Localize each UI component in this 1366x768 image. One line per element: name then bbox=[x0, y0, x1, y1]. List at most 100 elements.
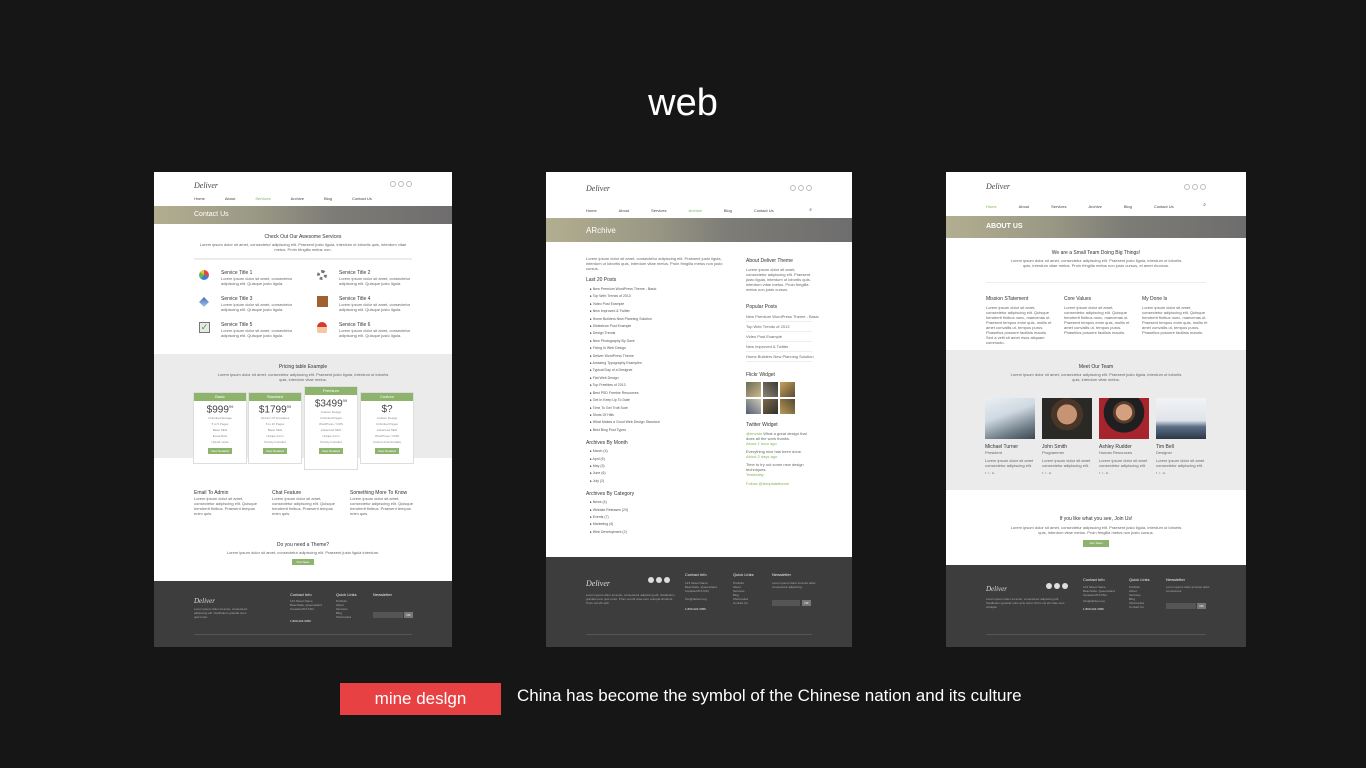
nav-services[interactable]: Services bbox=[1051, 204, 1066, 209]
tweet-time[interactable]: About 1 hour ago bbox=[746, 441, 812, 446]
rss-icon[interactable] bbox=[1062, 583, 1068, 589]
post-link[interactable]: Deliver WordPress Theme bbox=[590, 353, 728, 360]
search-icon[interactable]: ⌕ bbox=[809, 207, 812, 213]
twitter-icon[interactable] bbox=[1054, 583, 1060, 589]
rss-icon[interactable] bbox=[1200, 184, 1206, 190]
search-icon[interactable]: ⌕ bbox=[1203, 202, 1206, 208]
join-team-button[interactable]: Join Team bbox=[1083, 540, 1109, 547]
month-link[interactable]: April (5) bbox=[590, 456, 728, 463]
post-link[interactable]: Design Trends bbox=[590, 330, 728, 337]
post-link[interactable]: Top Freebies of 2013 bbox=[590, 382, 728, 389]
nav-contact[interactable]: Contact Us bbox=[754, 208, 774, 213]
newsletter-input[interactable] bbox=[373, 612, 403, 618]
nav-blog[interactable]: Blog bbox=[724, 208, 732, 213]
member-social[interactable]: f · t · in bbox=[1156, 471, 1206, 475]
facebook-icon[interactable] bbox=[790, 185, 796, 191]
post-link[interactable]: Best PSD Freebie Resources bbox=[590, 390, 728, 397]
newsletter-ok-button[interactable]: OK bbox=[802, 600, 811, 606]
flickr-thumb[interactable] bbox=[780, 399, 795, 414]
tweet-time[interactable]: About 2 days ago bbox=[746, 454, 812, 459]
footer-email[interactable]: info@deliver.org bbox=[685, 597, 707, 601]
nav-about[interactable]: About bbox=[619, 208, 629, 213]
nav-contact[interactable]: Contact Us bbox=[352, 196, 372, 201]
post-link[interactable]: New Premium WordPress Theme - Basic bbox=[590, 286, 728, 293]
nav-archive[interactable]: Archive bbox=[688, 208, 701, 213]
newsletter-ok-button[interactable]: OK bbox=[404, 612, 413, 618]
post-link[interactable]: Best Blog Post Types bbox=[590, 427, 728, 434]
twitter-icon[interactable] bbox=[656, 577, 662, 583]
nav-home[interactable]: Home bbox=[194, 196, 205, 201]
post-link[interactable]: Get In Keep Up To Date bbox=[590, 397, 728, 404]
category-link[interactable]: Website Releases (23) bbox=[590, 507, 728, 514]
popular-link[interactable]: Video Post Example bbox=[746, 332, 812, 342]
category-link[interactable]: Marketing (4) bbox=[590, 521, 728, 528]
post-link[interactable]: Shots Of Hills bbox=[590, 412, 728, 419]
plan-button[interactable]: View Detailed bbox=[375, 448, 399, 454]
nav-blog[interactable]: Blog bbox=[1124, 204, 1132, 209]
plan-button[interactable]: View Detailed bbox=[208, 448, 232, 455]
flickr-thumb[interactable] bbox=[746, 382, 761, 397]
facebook-icon[interactable] bbox=[1184, 184, 1190, 190]
rss-icon[interactable] bbox=[406, 181, 412, 187]
member-social[interactable]: f · t · in bbox=[1042, 471, 1092, 475]
rss-icon[interactable] bbox=[806, 185, 812, 191]
post-link[interactable]: Slideshow Post Example bbox=[590, 323, 728, 330]
flickr-thumb[interactable] bbox=[746, 399, 761, 414]
member-social[interactable]: f · t · in bbox=[985, 471, 1035, 475]
month-link[interactable]: June (6) bbox=[590, 470, 728, 477]
post-link[interactable]: New Photography By Dave bbox=[590, 338, 728, 345]
category-link[interactable]: Events (7) bbox=[590, 514, 728, 521]
purchase-button[interactable]: Purchase bbox=[292, 559, 314, 565]
nav-archive[interactable]: Archive bbox=[291, 196, 304, 201]
plan-button[interactable]: View Detailed bbox=[263, 448, 287, 455]
post-link[interactable]: Video Post Example bbox=[590, 301, 728, 308]
post-link[interactable]: New Improved & Twitter bbox=[590, 308, 728, 315]
post-link[interactable]: Flat Web Design bbox=[590, 375, 728, 382]
flickr-thumb[interactable] bbox=[780, 382, 795, 397]
post-link[interactable]: Fixing In Web Design bbox=[590, 345, 728, 352]
nav-services[interactable]: Services bbox=[255, 196, 270, 201]
popular-link[interactable]: New Premium WordPress Theme - Basic bbox=[746, 312, 819, 322]
category-link[interactable]: Web Development (2) bbox=[590, 529, 728, 536]
month-link[interactable]: May (3) bbox=[590, 463, 728, 470]
flickr-thumb[interactable] bbox=[763, 382, 778, 397]
nav-about[interactable]: About bbox=[225, 196, 235, 201]
post-link[interactable]: Time To Get Trott Sure bbox=[590, 405, 728, 412]
popular-link[interactable]: Top Web Trends of 2013 bbox=[746, 322, 812, 332]
post-link[interactable]: Home Builders New Planning Solution bbox=[590, 316, 728, 323]
nav-contact[interactable]: Contact Us bbox=[1154, 204, 1174, 209]
footer-email[interactable]: info@deliver.org bbox=[1083, 599, 1105, 603]
popular-link[interactable]: Home Builders New Planning Solution bbox=[746, 352, 814, 362]
newsletter-ok-button[interactable]: OK bbox=[1197, 603, 1206, 609]
tweet-time[interactable]: Yesterday bbox=[746, 472, 812, 477]
twitter-icon[interactable] bbox=[798, 185, 804, 191]
facebook-icon[interactable] bbox=[390, 181, 396, 187]
facebook-icon[interactable] bbox=[648, 577, 654, 583]
newsletter-input[interactable] bbox=[772, 600, 800, 606]
nav-about[interactable]: About bbox=[1019, 204, 1029, 209]
follow-link[interactable]: Follow @templatetheme bbox=[746, 481, 812, 486]
nav-blog[interactable]: Blog bbox=[324, 196, 332, 201]
nav-home[interactable]: Home bbox=[986, 204, 997, 209]
month-link[interactable]: March (4) bbox=[590, 448, 728, 455]
twitter-icon[interactable] bbox=[1192, 184, 1198, 190]
month-link[interactable]: July (2) bbox=[590, 478, 728, 485]
post-link[interactable]: What Makes a Good Web Design Standout bbox=[590, 419, 728, 426]
facebook-icon[interactable] bbox=[1046, 583, 1052, 589]
site-logo[interactable]: Deliver bbox=[986, 182, 1010, 191]
site-logo[interactable]: Deliver bbox=[194, 181, 218, 190]
nav-home[interactable]: Home bbox=[586, 208, 597, 213]
post-link[interactable]: Amazing Typography Examples bbox=[590, 360, 728, 367]
popular-link[interactable]: New Improved & Twitter bbox=[746, 342, 812, 352]
twitter-icon[interactable] bbox=[398, 181, 404, 187]
member-social[interactable]: f · t · in bbox=[1099, 471, 1149, 475]
post-link[interactable]: Typical Day of a Designer bbox=[590, 367, 728, 374]
flickr-thumb[interactable] bbox=[763, 399, 778, 414]
category-link[interactable]: News (4) bbox=[590, 499, 728, 506]
plan-button[interactable]: View Detailed bbox=[319, 448, 343, 455]
nav-archive[interactable]: Archive bbox=[1088, 204, 1101, 209]
site-logo[interactable]: Deliver bbox=[586, 184, 610, 193]
newsletter-input[interactable] bbox=[1166, 603, 1196, 609]
rss-icon[interactable] bbox=[664, 577, 670, 583]
nav-services[interactable]: Services bbox=[651, 208, 666, 213]
